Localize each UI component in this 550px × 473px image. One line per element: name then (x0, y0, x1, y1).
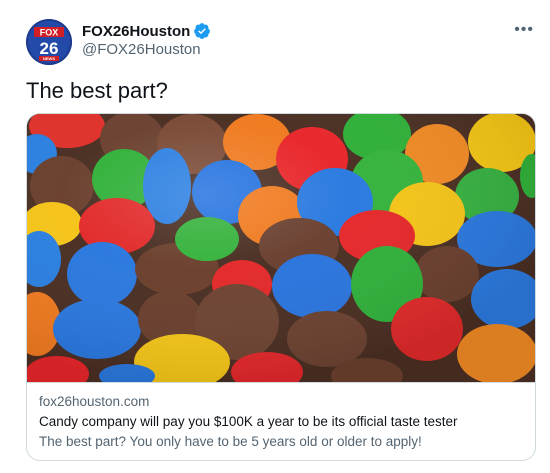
card-divider (27, 382, 535, 383)
author-name-row[interactable]: FOX26Houston (82, 22, 211, 40)
tweet-text: The best part? (26, 78, 168, 103)
handle[interactable]: @FOX26Houston (82, 41, 201, 58)
tweet: FOX 26 NEWS FOX26Houston @FOX26Houston •… (0, 0, 550, 473)
card-description: The best part? You only have to be 5 yea… (39, 434, 422, 449)
fox26-logo-icon: FOX 26 NEWS (26, 19, 72, 65)
card-domain: fox26houston.com (39, 394, 150, 409)
card-image[interactable] (27, 114, 535, 382)
svg-text:NEWS: NEWS (43, 56, 55, 61)
avatar[interactable]: FOX 26 NEWS (26, 19, 72, 65)
more-horizontal-icon[interactable]: ••• (514, 21, 534, 39)
card-title[interactable]: Candy company will pay you $100K a year … (39, 414, 457, 429)
svg-text:FOX: FOX (40, 28, 59, 38)
candy-photo (27, 114, 535, 382)
link-card[interactable]: fox26houston.com Candy company will pay … (26, 113, 536, 461)
display-name[interactable]: FOX26Houston (82, 23, 190, 40)
verified-badge-icon (194, 23, 211, 39)
